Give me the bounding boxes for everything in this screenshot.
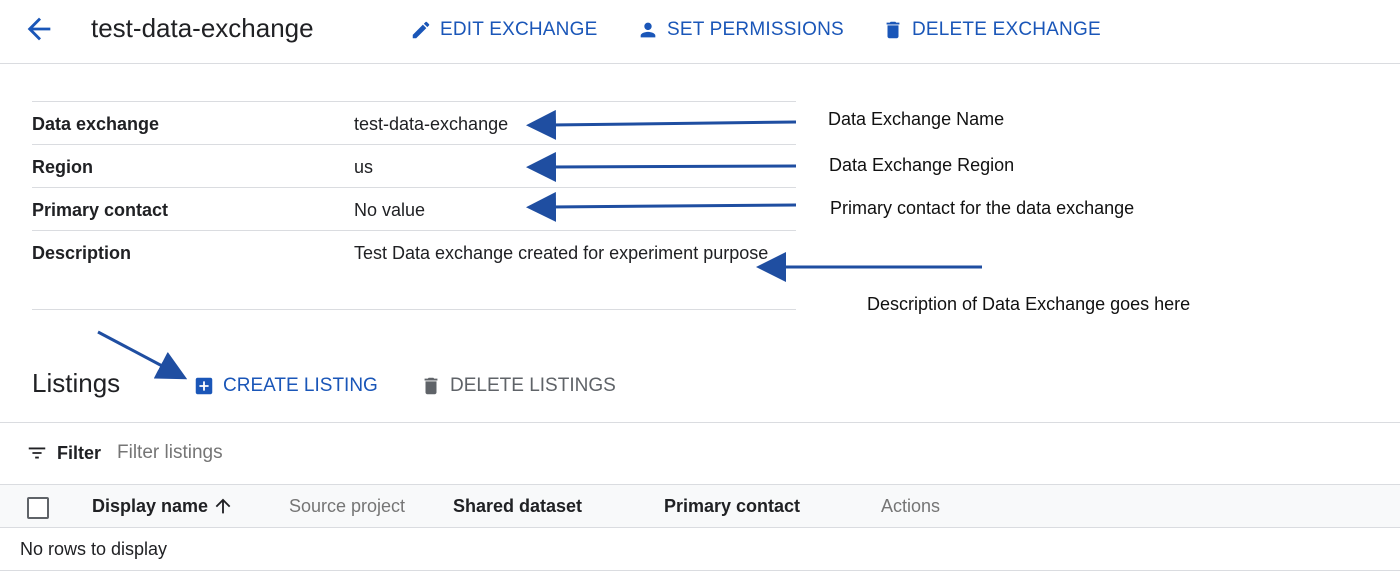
filter-label[interactable]: Filter (57, 443, 101, 464)
details-key: Primary contact (32, 200, 169, 220)
sort-ascending-icon[interactable] (212, 495, 234, 517)
details-key: Region (32, 157, 93, 177)
details-value: No value (354, 200, 426, 220)
annotation-contact: Primary contact for the data exchange (830, 198, 1135, 218)
details-key: Description (32, 243, 132, 263)
create-listing-label: CREATE LISTING (223, 375, 378, 396)
trash-icon (424, 377, 438, 395)
annotation-name: Data Exchange Name (828, 109, 1005, 129)
section-divider (0, 422, 1400, 423)
trash-icon (886, 21, 900, 39)
create-listing-button[interactable]: CREATE LISTING (193, 372, 378, 400)
column-header-display-name[interactable]: Display name (92, 496, 208, 517)
delete-exchange-label: DELETE EXCHANGE (912, 19, 1101, 40)
column-header-primary-contact[interactable]: Primary contact (664, 496, 800, 517)
page-title: test-data-exchange (91, 13, 314, 43)
person-icon (640, 22, 656, 38)
details-row-description: Description Test Data exchange created f… (32, 231, 796, 310)
details-row-primary-contact: Primary contact No value (32, 188, 796, 231)
table-bottom-divider (0, 570, 1400, 571)
filter-input[interactable] (117, 438, 617, 468)
column-header-shared-dataset[interactable]: Shared dataset (453, 496, 582, 517)
listings-heading: Listings (32, 368, 121, 398)
page-header: test-data-exchange EDIT EXCHANGE SET PER… (0, 0, 1400, 64)
filter-icon[interactable] (26, 442, 48, 464)
details-value: Test Data exchange created for experimen… (354, 243, 769, 263)
select-all-checkbox[interactable] (27, 497, 49, 519)
annotation-arrow-create-listing (97, 330, 188, 380)
set-permissions-label: SET PERMISSIONS (667, 19, 844, 40)
details-row-data-exchange: Data exchange test-data-exchange (32, 102, 796, 145)
listings-table-header: Display name Source project Shared datas… (0, 484, 1400, 528)
set-permissions-button[interactable]: SET PERMISSIONS (637, 16, 844, 44)
details-key: Data exchange (32, 114, 160, 134)
back-arrow-icon[interactable] (22, 12, 56, 46)
add-box-icon (195, 377, 213, 395)
pencil-icon (412, 21, 430, 39)
details-value: us (354, 157, 374, 177)
delete-listings-label: DELETE LISTINGS (450, 375, 616, 396)
annotation-description: Description of Data Exchange goes here (867, 294, 1191, 314)
edit-exchange-label: EDIT EXCHANGE (440, 19, 598, 40)
column-header-actions: Actions (881, 496, 941, 516)
delete-exchange-button[interactable]: DELETE EXCHANGE (882, 16, 1101, 44)
edit-exchange-button[interactable]: EDIT EXCHANGE (410, 16, 597, 44)
details-value: test-data-exchange (354, 114, 509, 134)
details-row-region: Region us (32, 145, 796, 188)
delete-listings-button[interactable]: DELETE LISTINGS (420, 372, 616, 400)
column-header-source-project: Source project (289, 496, 406, 516)
annotation-region: Data Exchange Region (829, 155, 1015, 175)
exchange-details-table: Data exchange test-data-exchange Region … (32, 101, 796, 310)
empty-table-message: No rows to display (20, 539, 168, 559)
